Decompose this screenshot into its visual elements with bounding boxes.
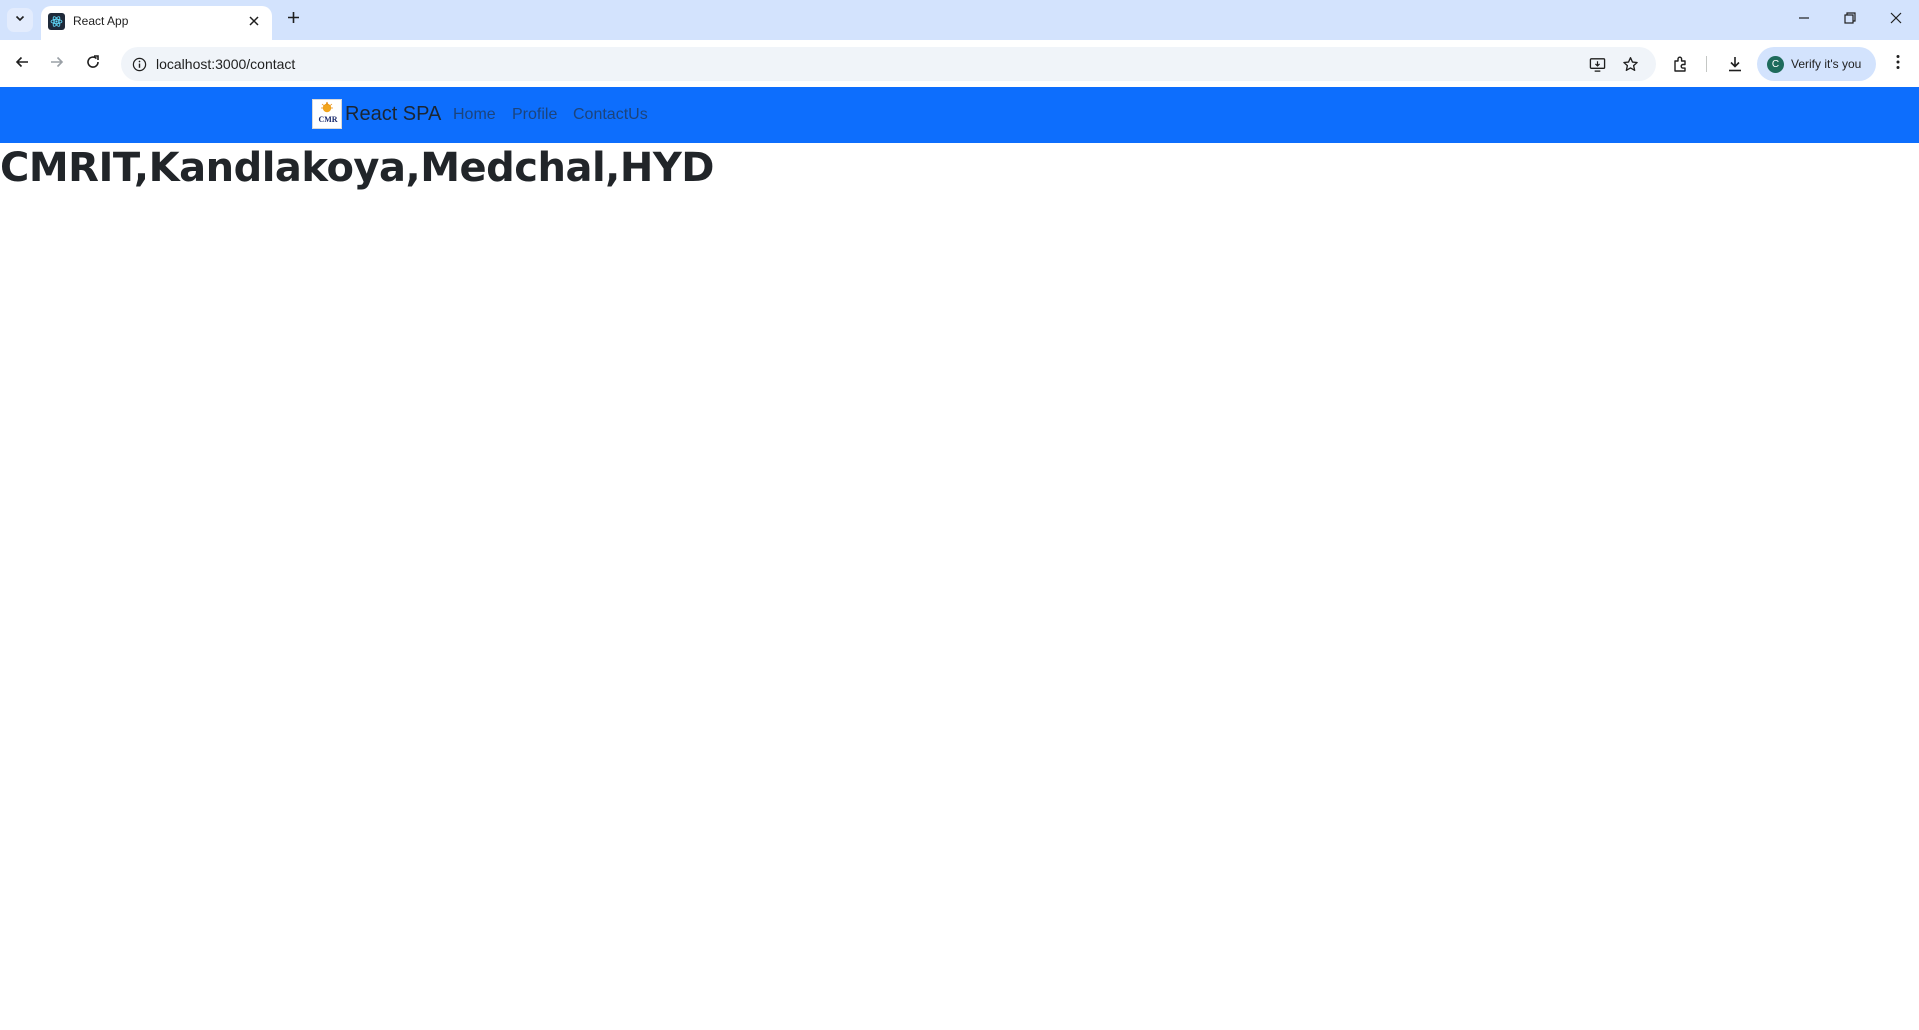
reload-button[interactable]: [79, 50, 107, 78]
restore-icon: [1844, 11, 1856, 29]
profile-avatar: C: [1767, 56, 1784, 73]
logo-text: CMR: [318, 115, 338, 124]
browser-toolbar: localhost:3000/contact C Verify it's you: [0, 40, 1919, 87]
site-info-icon[interactable]: [130, 55, 148, 73]
minimize-window-button[interactable]: [1781, 0, 1827, 40]
site-navbar: CMR React SPA Home Profile ContactUs: [0, 87, 1919, 143]
profile-verify-chip[interactable]: C Verify it's you: [1757, 47, 1876, 81]
nav-link-contactus[interactable]: ContactUs: [573, 106, 648, 124]
chevron-down-icon: [14, 11, 26, 29]
nav-link-profile[interactable]: Profile: [512, 106, 557, 124]
browser-tab-active[interactable]: React App: [41, 6, 272, 40]
install-app-icon[interactable]: [1586, 53, 1608, 75]
reload-icon: [85, 54, 101, 75]
arrow-left-icon: [14, 54, 30, 75]
tab-search-button[interactable]: [7, 8, 33, 32]
browser-menu-button[interactable]: [1885, 51, 1911, 77]
tab-close-button[interactable]: [244, 12, 264, 32]
back-button[interactable]: [8, 50, 36, 78]
arrow-right-icon: [49, 54, 65, 75]
minimize-icon: [1798, 11, 1810, 29]
extensions-icon[interactable]: [1668, 51, 1694, 77]
tab-title: React App: [73, 14, 129, 28]
restore-window-button[interactable]: [1827, 0, 1873, 40]
toolbar-divider: [1706, 56, 1707, 72]
page-heading: CMRIT,Kandlakoya,Medchal,HYD: [0, 145, 715, 191]
close-icon: [1890, 11, 1902, 29]
more-vert-icon: [1896, 54, 1900, 75]
navbar-brand[interactable]: CMR React SPA: [312, 99, 441, 129]
downloads-icon[interactable]: [1722, 51, 1748, 77]
new-tab-button[interactable]: [281, 8, 305, 32]
address-bar[interactable]: localhost:3000/contact: [121, 47, 1656, 81]
url-text[interactable]: localhost:3000/contact: [156, 56, 295, 72]
bookmark-star-icon[interactable]: [1619, 53, 1641, 75]
browser-tab-strip: React App: [0, 0, 1919, 40]
brand-name: React SPA: [345, 102, 442, 125]
nav-link-home[interactable]: Home: [453, 106, 496, 124]
close-window-button[interactable]: [1873, 0, 1919, 40]
plus-icon: [287, 11, 300, 29]
close-icon: [249, 13, 259, 31]
cmr-logo: CMR: [312, 99, 342, 129]
react-favicon-icon: [48, 13, 65, 30]
verify-label: Verify it's you: [1791, 57, 1862, 71]
forward-button[interactable]: [43, 50, 71, 78]
